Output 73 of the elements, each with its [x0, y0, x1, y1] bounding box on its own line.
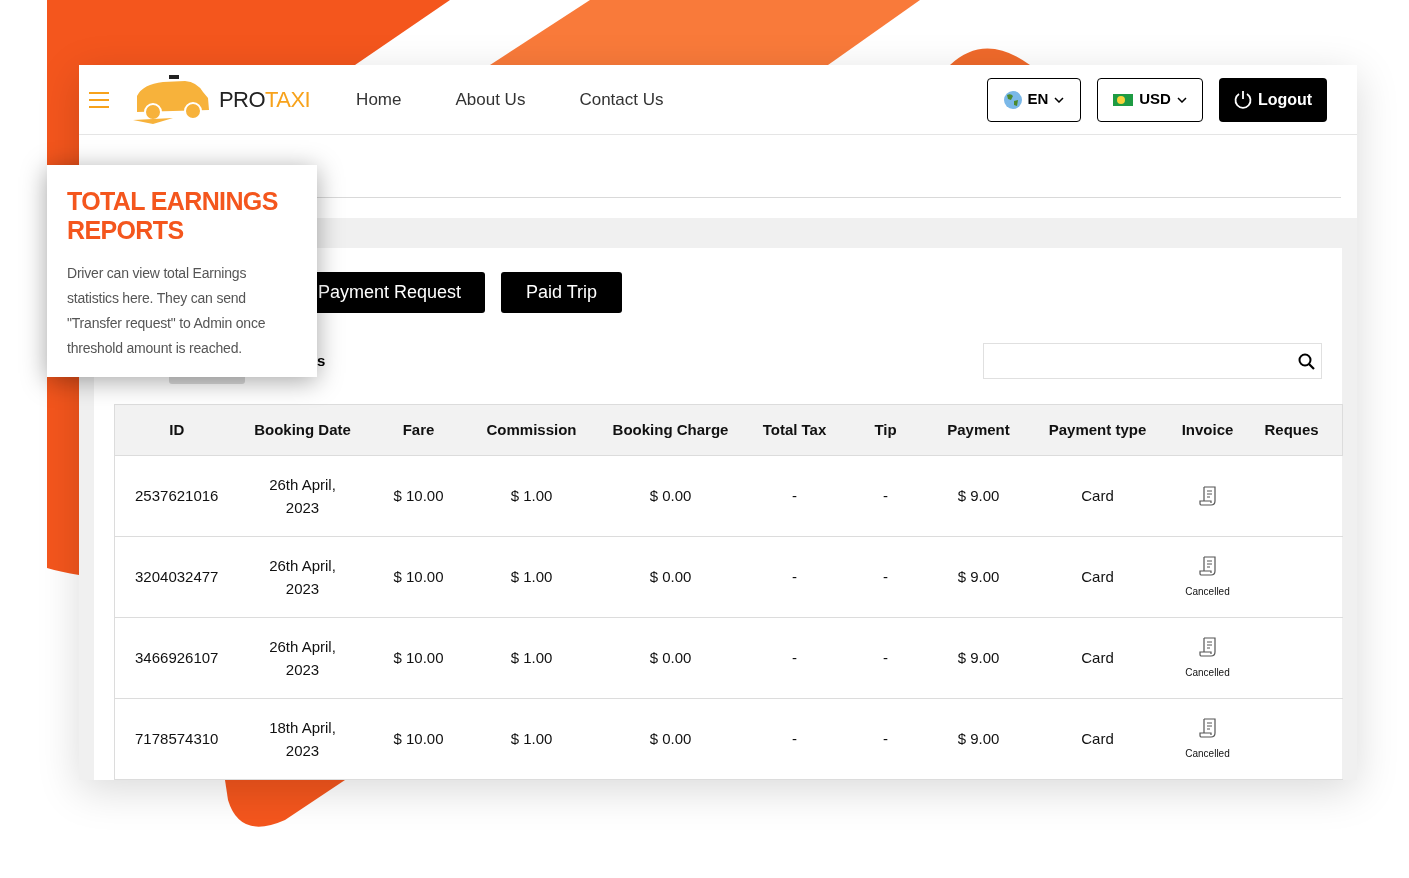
- column-header: Invoice: [1181, 420, 1234, 438]
- table-cell-text: -: [791, 647, 798, 668]
- nav-link[interactable]: Home: [356, 86, 402, 113]
- callout-title: TOTAL EARNINGS REPORTS: [67, 187, 279, 245]
- column-header: Payment type: [1048, 420, 1147, 438]
- table-cell-text: 3466926107: [134, 647, 220, 668]
- table-cell-text: 7178574310: [134, 728, 220, 749]
- language-dropdown[interactable]: EN: [987, 77, 1081, 122]
- table-cell-text: 26th April, 2023: [268, 475, 337, 518]
- table-cell-text: $ 10.00: [392, 566, 445, 587]
- receipt-icon[interactable]: [1198, 555, 1217, 576]
- table-cell-text: -: [882, 566, 889, 587]
- power-icon: [1233, 90, 1252, 109]
- table-cell-text: $ 10.00: [392, 728, 445, 749]
- table-cell-text: 26th April, 2023: [268, 556, 337, 599]
- currency-dropdown[interactable]: USD: [1097, 77, 1203, 122]
- column-header: Tip: [874, 420, 897, 438]
- tab-button[interactable]: Paid Trip: [501, 272, 623, 313]
- status-text: Cancelled: [1184, 746, 1231, 761]
- table-cell-text: 26th April, 2023: [268, 637, 337, 680]
- column-header: ID: [169, 420, 185, 438]
- nav-link[interactable]: Contact Us: [579, 86, 664, 113]
- table-cell-text: $ 10.00: [392, 647, 445, 668]
- table-cell-text: $ 0.00: [648, 566, 693, 587]
- logo-text: PROTAXI: [219, 86, 311, 114]
- receipt-icon[interactable]: [1198, 486, 1217, 506]
- column-header: Booking Date: [254, 420, 351, 438]
- column-header: Commission: [486, 420, 577, 438]
- table-cell-text: Card: [1080, 647, 1115, 668]
- table-cell-text: -: [882, 485, 889, 506]
- table-cell-text: $ 1.00: [509, 728, 554, 749]
- column-header: Booking Charge: [612, 420, 729, 438]
- column-header: Reques: [1264, 420, 1319, 438]
- table-cell-text: -: [791, 566, 798, 587]
- table-cell-text: Card: [1080, 728, 1115, 749]
- table-cell-text: $ 9.00: [956, 728, 1001, 749]
- table-cell-text: $ 1.00: [509, 647, 554, 668]
- label-text: s: [317, 350, 326, 371]
- table-cell-text: Card: [1080, 566, 1115, 587]
- table-cell-text: -: [791, 728, 798, 749]
- table-cell-text: 2537621016: [134, 485, 220, 506]
- nav-link[interactable]: About Us: [455, 86, 526, 113]
- callout-text: Driver can view total Earnings statistics here. They can send "Transfer request" to Admin once threshold amount is reached.: [67, 264, 267, 358]
- search-icon: [1298, 352, 1315, 370]
- table-cell-text: $ 0.00: [648, 647, 693, 668]
- receipt-icon[interactable]: [1198, 636, 1217, 657]
- table-cell-text: $ 9.00: [956, 566, 1001, 587]
- table-cell-text: -: [882, 647, 889, 668]
- table-cell-text: 3204032477: [134, 566, 220, 587]
- chevron-down-icon: [1176, 96, 1187, 103]
- search-field[interactable]: [983, 343, 1322, 379]
- taxi-car-icon: [133, 73, 211, 126]
- table-cell-text: -: [791, 485, 798, 506]
- status-text: Cancelled: [1184, 665, 1231, 680]
- table-cell-text: $ 1.00: [509, 566, 554, 587]
- banknote-icon: [1113, 93, 1134, 106]
- logout-button[interactable]: Logout: [1219, 77, 1327, 122]
- table-cell-text: $ 0.00: [648, 728, 693, 749]
- table-cell-text: $ 9.00: [956, 485, 1001, 506]
- table-cell-text: $ 0.00: [648, 485, 693, 506]
- status-text: Cancelled: [1184, 584, 1231, 599]
- receipt-icon[interactable]: [1198, 717, 1217, 738]
- table-cell-text: Card: [1080, 485, 1115, 506]
- table-cell-text: $ 1.00: [509, 485, 554, 506]
- table-cell-text: 18th April, 2023: [268, 718, 337, 761]
- globe-icon: [1003, 90, 1022, 109]
- column-header: Total Tax: [762, 420, 827, 438]
- table-cell-text: $ 9.00: [956, 647, 1001, 668]
- table-cell-text: -: [882, 728, 889, 749]
- column-header: Payment: [947, 420, 1010, 438]
- column-header: Fare: [402, 420, 435, 438]
- chevron-down-icon: [1054, 96, 1065, 103]
- table-cell-text: $ 10.00: [392, 485, 445, 506]
